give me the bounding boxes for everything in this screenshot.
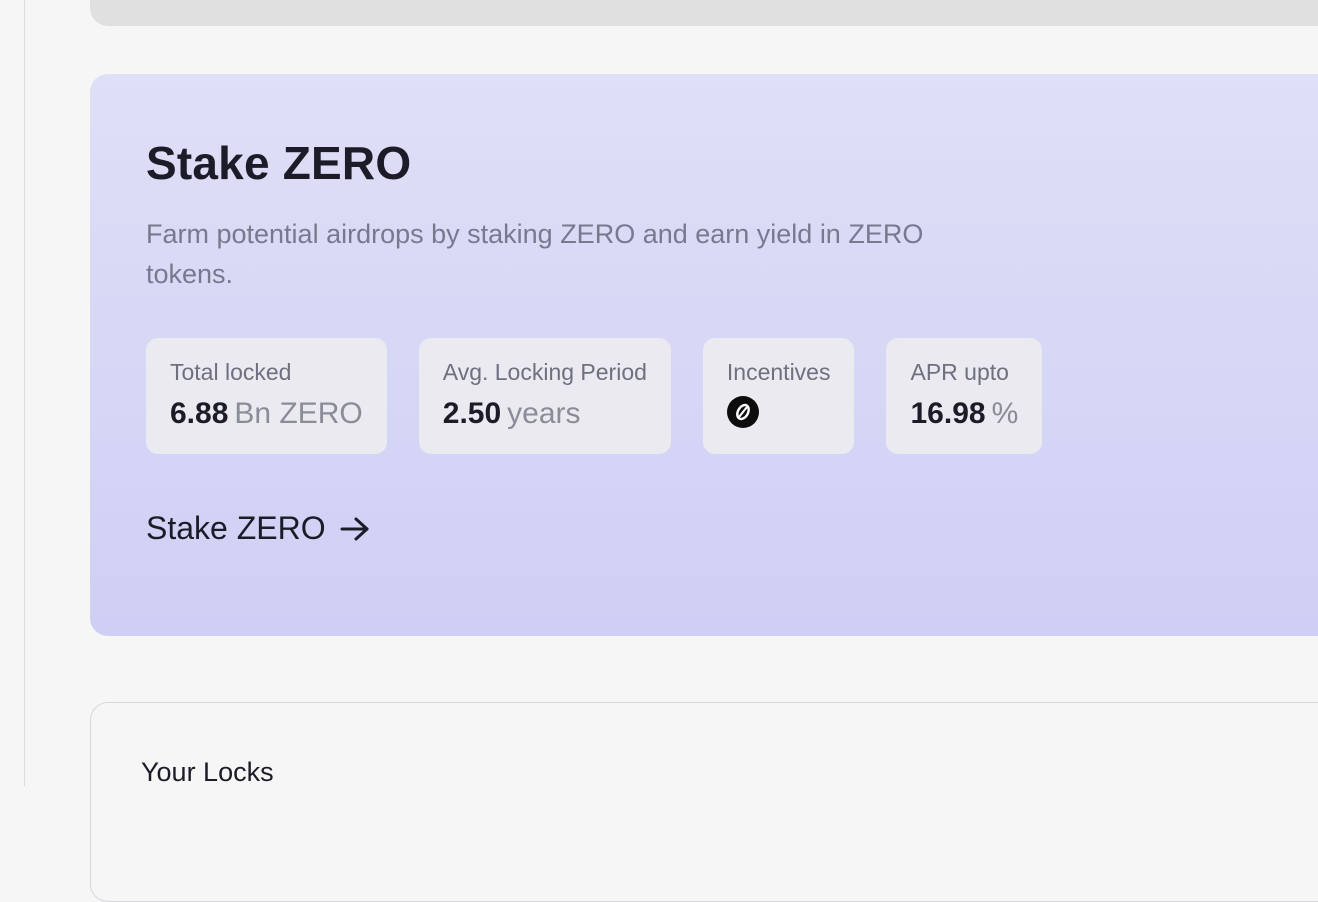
stat-value: 6.88 Bn ZERO — [170, 396, 363, 432]
stake-link-label: Stake ZERO — [146, 510, 326, 546]
stat-value: 16.98% — [910, 396, 1018, 432]
zero-token-icon — [726, 396, 759, 428]
stat-label: Incentives — [726, 359, 831, 385]
total-locked-unit: Bn ZERO — [234, 397, 363, 430]
avg-period-unit: years — [507, 397, 581, 430]
stat-value: 2.50 years — [443, 396, 647, 432]
apr-unit: % — [991, 397, 1019, 430]
stat-total-locked: Total locked 6.88 Bn ZERO — [146, 338, 387, 454]
stake-title: Stake ZERO — [146, 137, 412, 189]
stat-label: Avg. Locking Period — [442, 359, 647, 385]
total-locked-value: 6.88 — [170, 397, 229, 430]
stake-zero-card: Stake ZERO Farm potential airdrops by st… — [90, 74, 1318, 636]
sidebar-divider — [24, 0, 25, 786]
stat-apr: APR upto 16.98% — [886, 338, 1043, 454]
stake-zero-link[interactable]: Stake ZERO — [146, 510, 370, 547]
stat-label: APR upto — [910, 359, 1009, 385]
previous-card — [90, 0, 1318, 26]
stat-avg-locking-period: Avg. Locking Period 2.50 years — [418, 338, 671, 454]
stat-label: Total locked — [170, 359, 292, 385]
stat-incentives: Incentives — [702, 338, 855, 454]
stats-row: Total locked 6.88 Bn ZERO Avg. Locking Pe… — [146, 338, 1043, 454]
arrow-right-icon — [340, 517, 369, 540]
stake-description: Farm potential airdrops by staking ZERO … — [146, 219, 924, 289]
your-locks-title: Your Locks — [141, 757, 274, 787]
apr-value: 16.98 — [910, 397, 986, 430]
your-locks-card: Your Locks — [90, 702, 1318, 902]
zero-token-glyph — [735, 403, 750, 421]
avg-period-value: 2.50 — [442, 397, 502, 430]
